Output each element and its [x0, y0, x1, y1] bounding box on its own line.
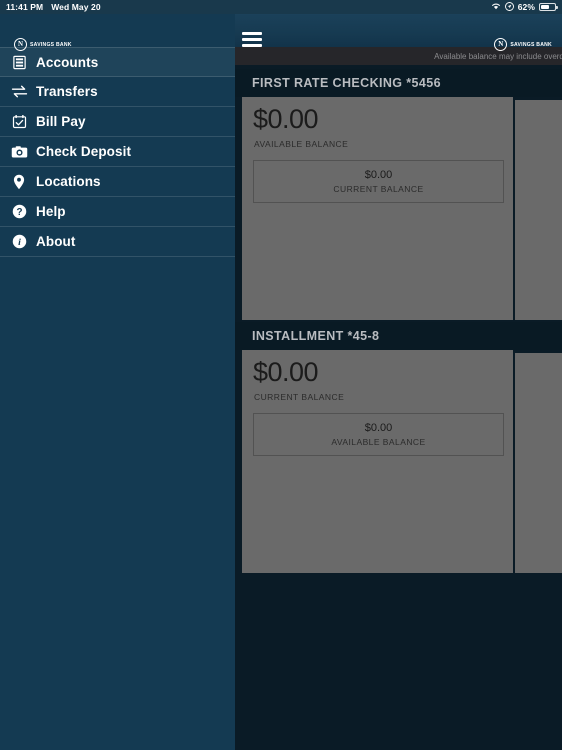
sidebar-item-label: Check Deposit: [36, 144, 132, 159]
location-services-icon: [504, 1, 514, 13]
sidebar-item-label: Locations: [36, 174, 101, 189]
info-circle-icon: i: [8, 232, 30, 252]
account-panels: $0.00 AVAILABLE BALANCE $0.00 CURRENT BA…: [235, 97, 562, 320]
secondary-balance-box: $0.00 CURRENT BALANCE: [253, 160, 504, 203]
primary-balance-amount: $0.00: [253, 357, 319, 387]
sidebar-item-locations[interactable]: Locations: [0, 167, 235, 197]
secondary-balance-amount: $0.00: [364, 422, 393, 434]
primary-balance-label: CURRENT BALANCE: [254, 392, 345, 402]
primary-balance-amount: $0.00: [253, 104, 319, 134]
battery-percent-label: 62%: [517, 2, 535, 12]
secondary-balance-label: CURRENT BALANCE: [333, 184, 424, 194]
battery-icon: [539, 3, 558, 11]
hamburger-menu-icon[interactable]: [242, 32, 262, 47]
status-bar-time: 11:41 PM: [6, 2, 44, 12]
account-title: FIRST RATE CHECKING *5456: [235, 69, 562, 97]
app-root: 11:41 PM Wed May 20 62% N SAVINGS BANK N…: [0, 0, 562, 750]
sidebar-item-label: Transfers: [36, 84, 98, 99]
calendar-check-icon: [8, 112, 30, 132]
wifi-icon: [491, 2, 501, 12]
sidebar-item-about[interactable]: i About: [0, 227, 235, 257]
map-pin-icon: [8, 172, 30, 192]
bank-building-icon: [8, 52, 30, 72]
secondary-balance-amount: $0.00: [364, 169, 393, 181]
status-bar-indicators: 62%: [491, 1, 558, 13]
account-title: INSTALLMENT *45-8: [235, 322, 562, 350]
account-card[interactable]: FIRST RATE CHECKING *5456 $0.00 AVAILABL…: [235, 69, 562, 320]
camera-icon: [8, 142, 30, 162]
secondary-balance-label: AVAILABLE BALANCE: [331, 437, 426, 447]
svg-text:i: i: [18, 237, 21, 248]
question-circle-icon: ?: [8, 202, 30, 222]
drawer-header: N SAVINGS BANK: [0, 14, 235, 51]
account-panels: $0.00 CURRENT BALANCE $0.00 AVAILABLE BA…: [235, 350, 562, 573]
transfer-arrows-icon: [8, 82, 30, 102]
svg-text:?: ?: [16, 207, 22, 218]
accounts-content: Available balance may include overdra FI…: [235, 47, 562, 750]
sidebar-item-bill-pay[interactable]: Bill Pay: [0, 107, 235, 137]
overdraft-notice-text: Available balance may include overdra: [434, 51, 562, 61]
sidebar-item-label: Help: [36, 204, 66, 219]
sidebar-item-check-deposit[interactable]: Check Deposit: [0, 137, 235, 167]
sidebar-item-label: About: [36, 234, 76, 249]
account-panel-next-preview[interactable]: [515, 353, 562, 573]
sidebar-menu: Accounts Transfers Bill Pay Check Deposi…: [0, 47, 235, 257]
sidebar-item-label: Accounts: [36, 54, 99, 70]
logo-wordmark: SAVINGS BANK: [510, 41, 552, 48]
sidebar-item-help[interactable]: ? Help: [0, 197, 235, 227]
status-bar: 11:41 PM Wed May 20 62%: [0, 0, 562, 14]
account-panel-next-preview[interactable]: [515, 100, 562, 320]
sidebar-item-accounts[interactable]: Accounts: [0, 47, 235, 77]
bank-logo-header: N SAVINGS BANK: [494, 38, 552, 51]
logo-monogram-icon: N: [494, 38, 508, 51]
navigation-drawer: N SAVINGS BANK Accounts Transfers Bill P…: [0, 14, 235, 750]
account-panel-primary[interactable]: $0.00 CURRENT BALANCE $0.00 AVAILABLE BA…: [242, 350, 513, 573]
primary-balance-label: AVAILABLE BALANCE: [254, 139, 349, 149]
account-panel-primary[interactable]: $0.00 AVAILABLE BALANCE $0.00 CURRENT BA…: [242, 97, 513, 320]
status-bar-date: Wed May 20: [51, 2, 101, 12]
sidebar-item-label: Bill Pay: [36, 114, 86, 129]
sidebar-item-transfers[interactable]: Transfers: [0, 77, 235, 107]
secondary-balance-box: $0.00 AVAILABLE BALANCE: [253, 413, 504, 456]
account-card[interactable]: INSTALLMENT *45-8 $0.00 CURRENT BALANCE …: [235, 322, 562, 573]
